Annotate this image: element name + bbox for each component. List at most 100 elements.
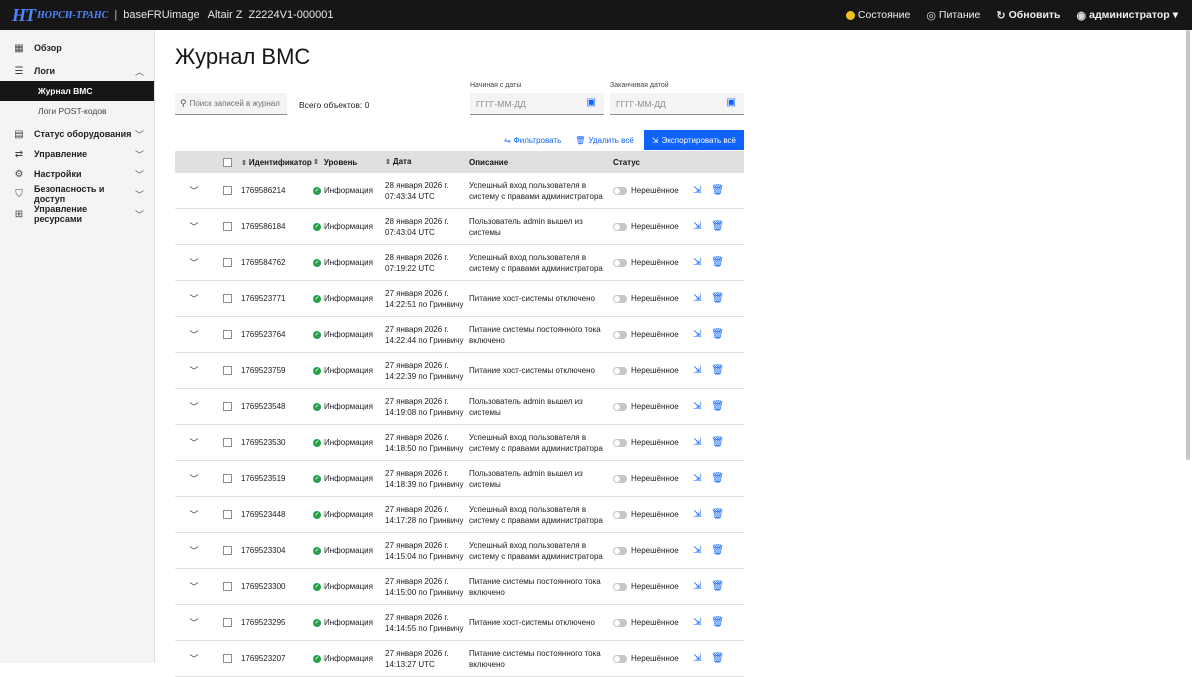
row-checkbox[interactable] [222, 438, 232, 447]
expand-chevron-icon[interactable]: ﹀ [175, 544, 213, 557]
export-icon[interactable]: ⇲ [693, 293, 701, 304]
export-icon[interactable]: ⇲ [693, 221, 701, 232]
sidebar-item-bmc-log[interactable]: Журнал BMC [0, 81, 154, 101]
expand-chevron-icon[interactable]: ﹀ [175, 292, 213, 305]
expand-chevron-icon[interactable]: ﹀ [175, 184, 213, 197]
header-date[interactable]: ⇕ Дата [385, 156, 469, 168]
row-checkbox[interactable] [222, 402, 232, 411]
header-id[interactable]: ⇕ Идентификатор [241, 158, 313, 167]
status-toggle[interactable] [613, 222, 627, 231]
export-icon[interactable]: ⇲ [693, 401, 701, 412]
sidebar-item-hardware-status[interactable]: ▤ Статус оборудования ﹀ [0, 124, 154, 144]
export-icon[interactable]: ⇲ [693, 437, 701, 448]
export-icon[interactable]: ⇲ [693, 509, 701, 520]
sidebar-item-control[interactable]: ⇄ Управление ﹀ [0, 144, 154, 164]
status-toggle[interactable] [613, 294, 627, 303]
expand-chevron-icon[interactable]: ﹀ [175, 220, 213, 233]
sidebar-item-label: Безопасность и доступ [34, 184, 105, 204]
status-toggle[interactable] [613, 654, 627, 663]
export-icon[interactable]: ⇲ [693, 329, 701, 340]
status-toggle[interactable] [613, 186, 627, 195]
row-checkbox[interactable] [222, 222, 232, 231]
status-toggle[interactable] [613, 618, 627, 627]
trash-icon[interactable]: 🗑 [711, 221, 724, 232]
row-checkbox[interactable] [222, 330, 232, 339]
trash-icon[interactable]: 🗑 [711, 509, 724, 520]
export-icon[interactable]: ⇲ [693, 617, 701, 628]
export-icon[interactable]: ⇲ [693, 185, 701, 196]
user-menu-button[interactable]: ◉ администратор ▾ [1077, 9, 1178, 22]
trash-icon[interactable]: 🗑 [711, 617, 724, 628]
check-circle-icon: ✓ [313, 582, 321, 591]
export-icon[interactable]: ⇲ [693, 581, 701, 592]
trash-icon[interactable]: 🗑 [711, 401, 724, 412]
status-toggle[interactable] [613, 330, 627, 339]
sidebar-item-security[interactable]: ⛉ Безопасность и доступ ﹀ [0, 184, 154, 204]
delete-all-button[interactable]: 🗑 Удалить всё [575, 136, 634, 145]
expand-chevron-icon[interactable]: ﹀ [175, 364, 213, 377]
header-level[interactable]: ⇕ Уровень [313, 158, 385, 167]
export-all-button[interactable]: ⇲ Экспортировать всё [643, 130, 744, 150]
export-icon[interactable]: ⇲ [693, 653, 701, 664]
to-date-field[interactable]: ГГГГ-ММ-ДД ▣ [610, 93, 744, 115]
trash-icon[interactable]: 🗑 [711, 329, 724, 340]
table-row: ﹀ 1769523764 ✓ Информация 27 января 2026 г. 1… [175, 317, 744, 353]
trash-icon[interactable]: 🗑 [711, 473, 724, 484]
trash-icon[interactable]: 🗑 [711, 365, 724, 376]
search-input[interactable]: ⚲ Поиск записей в журнал [175, 93, 287, 115]
sidebar-item-post-codes[interactable]: Логи POST-кодов [0, 101, 154, 121]
row-checkbox[interactable] [222, 582, 232, 591]
status-toggle[interactable] [613, 402, 627, 411]
trash-icon[interactable]: 🗑 [711, 545, 724, 556]
trash-icon[interactable]: 🗑 [711, 293, 724, 304]
sidebar-item-resources[interactable]: ⊞ Управление ресурсами ﹀ [0, 204, 154, 224]
row-checkbox[interactable] [222, 186, 232, 195]
row-checkbox[interactable] [222, 510, 232, 519]
export-icon[interactable]: ⇲ [693, 365, 701, 376]
expand-chevron-icon[interactable]: ﹀ [175, 256, 213, 269]
trash-icon[interactable]: 🗑 [711, 437, 724, 448]
expand-chevron-icon[interactable]: ﹀ [175, 508, 213, 521]
select-all-checkbox[interactable] [222, 157, 232, 167]
status-toggle[interactable] [613, 546, 627, 555]
status-toggle[interactable] [613, 438, 627, 447]
row-checkbox[interactable] [222, 258, 232, 267]
row-checkbox[interactable] [222, 366, 232, 375]
row-level: ✓ Информация [313, 546, 373, 555]
trash-icon[interactable]: 🗑 [711, 653, 724, 664]
sidebar-item-logs[interactable]: ☰ Логи ︿ [0, 61, 154, 81]
export-icon[interactable]: ⇲ [693, 257, 701, 268]
refresh-button[interactable]: ↻ Обновить [996, 9, 1060, 22]
filter-button[interactable]: ⇋ Фильтровать [504, 136, 561, 145]
from-date-field[interactable]: ГГГГ-ММ-ДД ▣ [470, 93, 604, 115]
status-toggle[interactable] [613, 474, 627, 483]
calendar-icon[interactable]: ▣ [587, 97, 596, 108]
export-icon[interactable]: ⇲ [693, 473, 701, 484]
status-button[interactable]: Состояние [845, 9, 910, 21]
sidebar-item-overview[interactable]: ▦ Обзор [0, 38, 154, 58]
trash-icon[interactable]: 🗑 [711, 581, 724, 592]
status-toggle[interactable] [613, 366, 627, 375]
row-checkbox[interactable] [222, 546, 232, 555]
expand-chevron-icon[interactable]: ﹀ [175, 652, 213, 665]
expand-chevron-icon[interactable]: ﹀ [175, 472, 213, 485]
row-checkbox[interactable] [222, 474, 232, 483]
row-checkbox[interactable] [222, 294, 232, 303]
expand-chevron-icon[interactable]: ﹀ [175, 580, 213, 593]
sidebar-item-settings[interactable]: ⚙ Настройки ﹀ [0, 164, 154, 184]
calendar-icon[interactable]: ▣ [727, 97, 736, 108]
trash-icon[interactable]: 🗑 [711, 185, 724, 196]
export-icon[interactable]: ⇲ [693, 545, 701, 556]
expand-chevron-icon[interactable]: ﹀ [175, 328, 213, 341]
status-toggle[interactable] [613, 582, 627, 591]
expand-chevron-icon[interactable]: ﹀ [175, 616, 213, 629]
row-checkbox[interactable] [222, 618, 232, 627]
status-toggle[interactable] [613, 258, 627, 267]
row-checkbox[interactable] [222, 654, 232, 663]
trash-icon[interactable]: 🗑 [711, 257, 724, 268]
status-toggle[interactable] [613, 510, 627, 519]
expand-chevron-icon[interactable]: ﹀ [175, 436, 213, 449]
power-button[interactable]: ◎ Питание [926, 9, 980, 22]
scrollbar[interactable] [1186, 30, 1190, 460]
expand-chevron-icon[interactable]: ﹀ [175, 400, 213, 413]
